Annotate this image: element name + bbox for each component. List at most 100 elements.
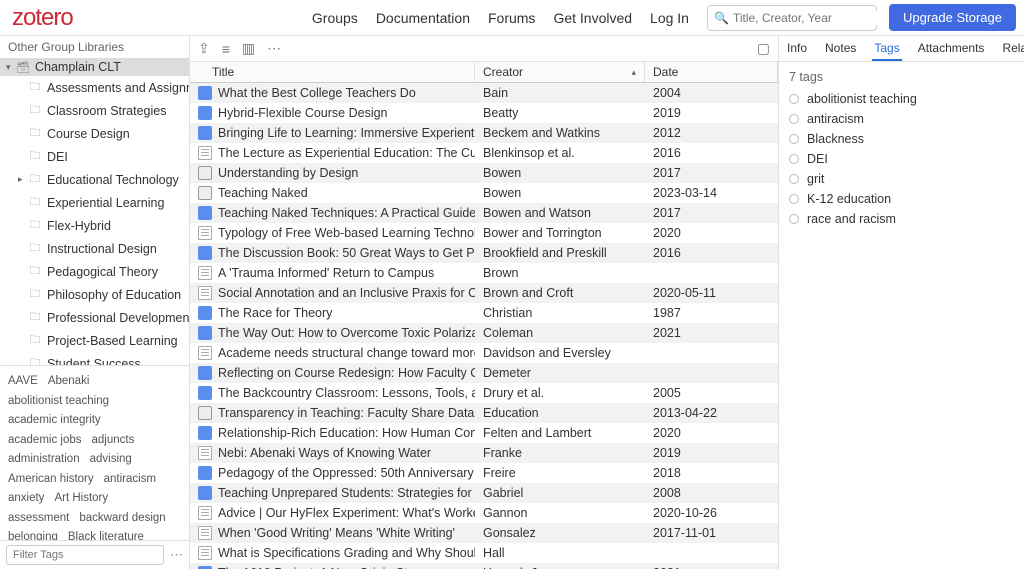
table-row[interactable]: Social Annotation and an Inclusive Praxi… [190,283,778,303]
tag-color-icon [789,174,799,184]
table-row[interactable]: Bringing Life to Learning: Immersive Exp… [190,123,778,143]
tag-label: race and racism [807,212,896,226]
right-tab[interactable]: Related [1000,37,1024,61]
tag-pool-item[interactable]: Art History [54,489,108,509]
topnav-link[interactable]: Documentation [376,10,470,26]
more-icon[interactable]: ⋯ [267,40,281,57]
folder-icon: 🗀 [27,170,43,189]
right-tab[interactable]: Info [785,37,809,61]
tag-menu-icon[interactable]: ⋯ [170,547,183,563]
tag-pool-item[interactable]: academic jobs [8,431,82,451]
collection-item[interactable]: 🗀Student Success [12,352,189,365]
collection-item[interactable]: 🗀Experiential Learning [12,191,189,214]
tag-pool-item[interactable]: belonging [8,528,58,540]
table-row[interactable]: The Race for TheoryChristian1987 [190,303,778,323]
table-row[interactable]: What is Specifications Grading and Why S… [190,543,778,563]
column-creator[interactable]: Creator ▴ [475,62,645,82]
table-row[interactable]: A 'Trauma Informed' Return to CampusBrow… [190,263,778,283]
tag-pool-item[interactable]: AAVE [8,372,38,392]
collection-item[interactable]: 🗀Project-Based Learning [12,329,189,352]
item-tag[interactable]: K-12 education [789,192,1014,206]
table-row[interactable]: Hybrid-Flexible Course DesignBeatty2019 [190,103,778,123]
right-tab[interactable]: Tags [872,37,901,61]
search-box[interactable]: 🔍 [707,5,877,31]
collection-item[interactable]: 🗀DEI [12,145,189,168]
book-item-icon [198,306,212,320]
item-tag[interactable]: grit [789,172,1014,186]
collection-item[interactable]: 🗀Instructional Design [12,237,189,260]
tag-pool-item[interactable]: American history [8,470,94,490]
topnav-link[interactable]: Get Involved [553,10,632,26]
table-row[interactable]: Transparency in Teaching: Faculty Share … [190,403,778,423]
item-creator: Gonsalez [475,525,645,541]
table-row[interactable]: What the Best College Teachers DoBain200… [190,83,778,103]
tag-pool-item[interactable]: anxiety [8,489,44,509]
item-date: 2021 [645,565,778,569]
search-input[interactable] [733,11,888,25]
table-row[interactable]: The Discussion Book: 50 Great Ways to Ge… [190,243,778,263]
table-row[interactable]: Understanding by DesignBowen2017 [190,163,778,183]
tag-pool-item[interactable]: abolitionist teaching [8,392,109,412]
collection-item[interactable]: 🗀Flex-Hybrid [12,214,189,237]
right-tab[interactable]: Notes [823,37,858,61]
tag-pool-item[interactable]: academic integrity [8,411,101,431]
item-tag[interactable]: Blackness [789,132,1014,146]
table-row[interactable]: Advice | Our HyFlex Experiment: What's W… [190,503,778,523]
cite-icon[interactable]: ≡ [222,41,230,57]
item-tag[interactable]: antiracism [789,112,1014,126]
table-row[interactable]: Academe needs structural change toward m… [190,343,778,363]
upgrade-storage-button[interactable]: Upgrade Storage [889,4,1016,31]
tag-pool-item[interactable]: administration [8,450,80,470]
collection-item[interactable]: 🗀Professional Development [12,306,189,329]
chevron-down-icon[interactable]: ▾ [6,62,15,73]
tag-pool-item[interactable]: Abenaki [48,372,90,392]
topnav-link[interactable]: Forums [488,10,535,26]
tag-pool-item[interactable]: backward design [79,509,165,529]
group-libraries-header: Other Group Libraries [0,36,189,58]
item-title: Typology of Free Web-based Learning Tech… [218,226,475,240]
collection-item[interactable]: 🗀Pedagogical Theory [12,260,189,283]
item-creator: Drury et al. [475,385,645,401]
item-tag[interactable]: DEI [789,152,1014,166]
item-creator: Hall [475,545,645,561]
topnav-link[interactable]: Log In [650,10,689,26]
table-row[interactable]: Nebi: Abenaki Ways of Knowing WaterFrank… [190,443,778,463]
export-icon[interactable]: ⇪ [198,40,210,57]
chevron-right-icon[interactable]: ▸ [18,174,27,185]
library-root[interactable]: ▾ 🗃 Champlain CLT [0,58,189,76]
table-row[interactable]: The Lecture as Experiential Education: T… [190,143,778,163]
table-row[interactable]: Teaching Naked Techniques: A Practical G… [190,203,778,223]
collection-item[interactable]: 🗀Classroom Strategies [12,99,189,122]
table-row[interactable]: When 'Good Writing' Means 'White Writing… [190,523,778,543]
collection-item[interactable]: 🗀Assessments and Assignments [12,76,189,99]
table-row[interactable]: The Backcountry Classroom: Lessons, Tool… [190,383,778,403]
collection-label: Professional Development [47,311,189,325]
table-row[interactable]: Typology of Free Web-based Learning Tech… [190,223,778,243]
table-row[interactable]: Pedagogy of the Oppressed: 50th Annivers… [190,463,778,483]
right-tab[interactable]: Attachments [916,37,987,61]
columns-icon[interactable]: ▥ [242,40,255,57]
tag-pool-item[interactable]: advising [90,450,132,470]
layout-icon[interactable]: ▢ [757,40,770,57]
collection-item[interactable]: 🗀Philosophy of Education [12,283,189,306]
tag-pool-item[interactable]: Black literature [68,528,144,540]
table-row[interactable]: Teaching Unprepared Students: Strategies… [190,483,778,503]
table-row[interactable]: Relationship-Rich Education: How Human C… [190,423,778,443]
collection-item[interactable]: ▸🗀Educational Technology [12,168,189,191]
table-row[interactable]: The 1619 Project: A New Origin StoryHann… [190,563,778,569]
item-tag[interactable]: abolitionist teaching [789,92,1014,106]
tag-pool-item[interactable]: adjuncts [92,431,135,451]
tag-filter-input[interactable] [6,545,164,565]
column-title[interactable]: Title [190,62,475,82]
tag-pool-item[interactable]: antiracism [104,470,156,490]
column-date[interactable]: Date [645,62,778,82]
table-row[interactable]: Teaching NakedBowen2023-03-14 [190,183,778,203]
item-creator: Beatty [475,105,645,121]
table-row[interactable]: The Way Out: How to Overcome Toxic Polar… [190,323,778,343]
collection-item[interactable]: 🗀Course Design [12,122,189,145]
item-date: 2017 [645,205,778,221]
topnav-link[interactable]: Groups [312,10,358,26]
table-row[interactable]: Reflecting on Course Redesign: How Facul… [190,363,778,383]
item-tag[interactable]: race and racism [789,212,1014,226]
tag-pool-item[interactable]: assessment [8,509,69,529]
